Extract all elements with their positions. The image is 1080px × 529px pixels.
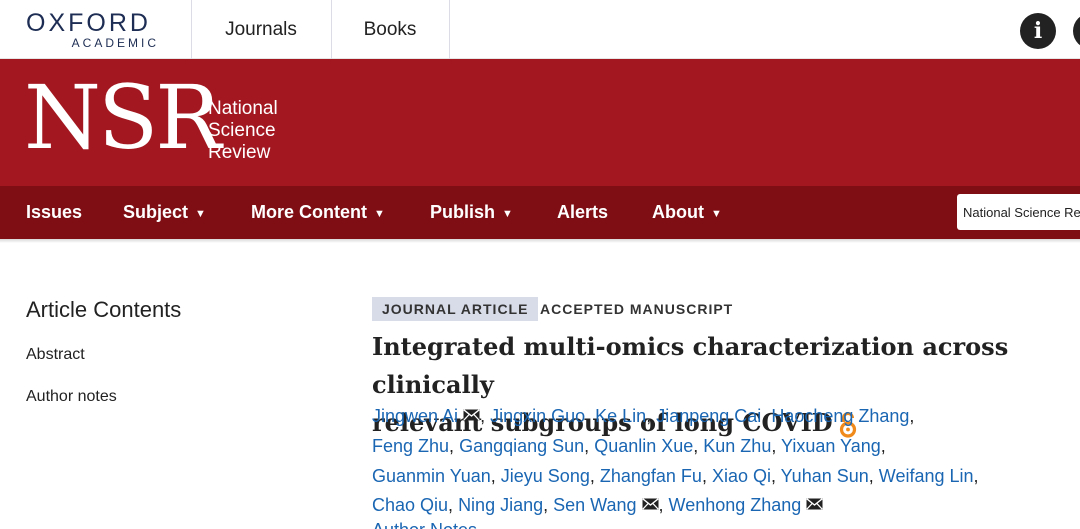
- nav-about[interactable]: About ▼: [652, 186, 722, 239]
- envelope-icon[interactable]: [806, 490, 823, 520]
- nav-label: About: [652, 202, 704, 222]
- author-link[interactable]: Yuhan Sun: [781, 466, 869, 486]
- separator: ,: [589, 465, 600, 486]
- author-link[interactable]: Chao Qiu: [372, 495, 448, 515]
- separator: ,: [868, 465, 879, 486]
- separator: ,: [646, 406, 657, 426]
- article-status-label: ACCEPTED MANUSCRIPT: [540, 301, 734, 317]
- separator: ,: [880, 436, 886, 456]
- author-link[interactable]: Quanlin Xue: [594, 436, 693, 456]
- author-list: Jingwen Ai, Jingxin Guo, Ke Lin, Jianpen…: [372, 402, 1062, 521]
- journal-abbreviation-logo[interactable]: NSR: [24, 68, 222, 168]
- separator: ,: [584, 436, 595, 456]
- nav-shadow: [0, 239, 1080, 243]
- author-link[interactable]: Weifang Lin: [879, 466, 974, 486]
- separator: ,: [973, 465, 979, 486]
- separator: ,: [480, 406, 491, 426]
- author-line: Jingwen Ai, Jingxin Guo, Ke Lin, Jianpen…: [372, 402, 1062, 432]
- author-line: Feng Zhu, Gangqiang Sun, Quanlin Xue, Ku…: [372, 432, 1062, 462]
- divider: [449, 0, 450, 59]
- separator: ,: [693, 436, 704, 456]
- oxford-academic-logo[interactable]: OXFORD ACADEMIC: [26, 10, 161, 50]
- author-link[interactable]: Xiao Qi: [712, 466, 771, 486]
- topnav-books[interactable]: Books: [331, 0, 449, 59]
- author-link[interactable]: Wenhong Zhang: [669, 495, 802, 515]
- separator: ,: [585, 406, 596, 426]
- top-bar: OXFORD ACADEMIC Journals Books i: [0, 0, 1080, 59]
- separator: ,: [761, 406, 772, 426]
- topnav-journals[interactable]: Journals: [191, 0, 331, 59]
- nav-label: Subject: [123, 202, 189, 222]
- author-line: Chao Qiu, Ning Jiang, Sen Wang, Wenhong …: [372, 491, 1062, 521]
- journal-name: National Science Review: [208, 98, 278, 164]
- author-link[interactable]: Kun Zhu: [703, 436, 771, 456]
- author-link[interactable]: Sen Wang: [553, 495, 636, 515]
- separator: ,: [701, 465, 712, 486]
- author-link[interactable]: Jingxin Guo: [490, 406, 585, 426]
- article-contents-heading: Article Contents: [26, 297, 182, 322]
- author-notes-link[interactable]: Author Notes: [372, 520, 477, 529]
- author-link[interactable]: Jieyu Song: [501, 466, 590, 486]
- journal-name-line: National: [208, 98, 278, 119]
- contents-link-abstract[interactable]: Abstract: [26, 346, 85, 364]
- nav-more-content[interactable]: More Content ▼: [251, 186, 385, 239]
- journal-search-select[interactable]: [957, 194, 1080, 230]
- separator: ,: [490, 465, 501, 486]
- author-link[interactable]: Feng Zhu: [372, 436, 449, 456]
- account-icon[interactable]: [1073, 13, 1080, 49]
- author-link[interactable]: Guanmin Yuan: [372, 466, 491, 486]
- nav-alerts[interactable]: Alerts: [557, 186, 608, 239]
- nav-issues[interactable]: Issues: [26, 186, 82, 239]
- caret-down-icon: ▼: [710, 208, 722, 220]
- separator: ,: [449, 436, 460, 456]
- nav-label: Publish: [430, 202, 496, 222]
- caret-down-icon: ▼: [374, 208, 385, 220]
- article-title-line: Integrated multi-omics characterization …: [372, 332, 1009, 399]
- author-link[interactable]: Haocheng Zhang: [771, 406, 909, 426]
- author-link[interactable]: Jianpeng Cai: [656, 406, 761, 426]
- article-type-badge: JOURNAL ARTICLE: [372, 297, 539, 321]
- separator: ,: [909, 406, 915, 426]
- caret-down-icon: ▼: [195, 208, 206, 220]
- separator: ,: [448, 495, 459, 515]
- envelope-icon[interactable]: [641, 490, 659, 520]
- nav-label: More Content: [251, 202, 367, 222]
- author-link[interactable]: Jingwen Ai: [372, 406, 458, 426]
- separator: ,: [771, 436, 782, 456]
- author-link[interactable]: Ning Jiang: [458, 495, 543, 515]
- author-link[interactable]: Yixuan Yang: [781, 436, 881, 456]
- nav-label: Issues: [26, 202, 83, 222]
- author-link[interactable]: Zhangfan Fu: [600, 466, 702, 486]
- nav-subject[interactable]: Subject ▼: [123, 186, 206, 239]
- nav-publish[interactable]: Publish ▼: [430, 186, 513, 239]
- author-line: Guanmin Yuan, Jieyu Song, Zhangfan Fu, X…: [372, 462, 1062, 492]
- logo-main-text: OXFORD: [26, 9, 151, 37]
- journal-name-line: Review: [208, 142, 271, 163]
- author-link[interactable]: Ke Lin: [595, 406, 646, 426]
- envelope-icon[interactable]: [463, 401, 480, 431]
- contents-link-author-notes[interactable]: Author notes: [26, 388, 117, 406]
- main-nav: Issues Subject ▼ More Content ▼ Publish ▼ A…: [0, 186, 1080, 239]
- nav-label: Alerts: [557, 202, 609, 222]
- caret-down-icon: ▼: [502, 208, 513, 220]
- info-icon[interactable]: i: [1020, 13, 1056, 49]
- separator: ,: [658, 495, 669, 515]
- author-link[interactable]: Gangqiang Sun: [459, 436, 584, 456]
- logo-sub-text: ACADEMIC: [71, 36, 159, 50]
- journal-name-line: Science: [208, 120, 276, 141]
- separator: ,: [543, 495, 554, 515]
- separator: ,: [770, 465, 781, 486]
